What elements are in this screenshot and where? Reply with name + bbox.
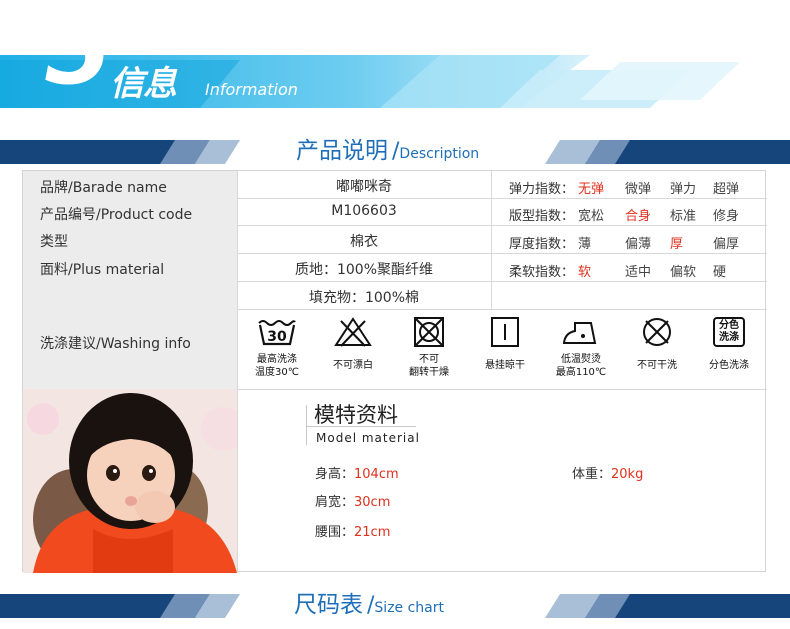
softness-label: 柔软指数： xyxy=(509,265,575,280)
material-filling-value: 填充物：100%棉 xyxy=(308,290,420,306)
wash-30-item: 30 最高洗涤 温度30℃ xyxy=(237,317,317,379)
wash-30-caption-1: 最高洗涤 xyxy=(257,354,297,365)
model-subtitle: Model material xyxy=(316,431,420,445)
softness-option: 偏软 xyxy=(670,265,697,280)
size-chart-title: 尺码表 xyxy=(294,592,363,618)
model-shoulder: 肩宽：30cm xyxy=(315,495,391,510)
wash-30-caption-2: 温度30℃ xyxy=(255,367,299,378)
softness-option: 硬 xyxy=(713,265,727,280)
model-waist: 腰围：21cm xyxy=(315,525,391,540)
fit-option: 标准 xyxy=(670,209,697,224)
no-tumble-dry-icon xyxy=(414,317,444,347)
no-tumble-dry-item: 不可 翻转干燥 xyxy=(389,317,469,379)
model-title: 模特资料 xyxy=(314,403,398,427)
model-photo xyxy=(23,389,237,573)
fit-option: 修身 xyxy=(713,209,740,224)
product-code-value: M106603 xyxy=(331,203,397,219)
hang-dry-caption: 悬挂晾干 xyxy=(485,360,525,371)
elasticity-option: 超弹 xyxy=(713,182,740,197)
description-heading: 产品说明/Description xyxy=(292,138,479,164)
material-label: 面料/Plus material xyxy=(40,262,165,278)
low-iron-item: 低温熨烫 最高110℃ xyxy=(541,317,621,379)
banner-subtitle: Information xyxy=(205,80,298,99)
product-panel: 品牌/Barade name 产品编号/Product code 类型 面料/P… xyxy=(22,170,767,573)
product-code-label: 产品编号/Product code xyxy=(40,207,193,223)
hang-dry-icon xyxy=(491,317,519,347)
elasticity-option: 微弹 xyxy=(625,182,652,197)
model-weight: 体重：20kg xyxy=(572,467,644,482)
washing-label: 洗涤建议/Washing info xyxy=(40,336,191,352)
no-bleach-item: 不可漂白 xyxy=(313,317,393,372)
low-iron-icon xyxy=(562,322,597,344)
type-label: 类型 xyxy=(40,234,68,250)
fit-label: 版型指数： xyxy=(509,209,575,224)
elasticity-option: 无弹 xyxy=(578,182,605,197)
no-tumble-dry-caption-1: 不可 xyxy=(419,354,439,365)
brand-label: 品牌/Barade name xyxy=(40,180,167,196)
no-bleach-caption: 不可漂白 xyxy=(333,360,373,371)
no-dry-clean-caption: 不可干洗 xyxy=(637,360,677,371)
no-dry-clean-item: 不可干洗 xyxy=(617,317,697,372)
svg-text:30: 30 xyxy=(267,329,287,345)
description-title: 产品说明 xyxy=(296,138,388,164)
softness-option: 软 xyxy=(578,265,592,280)
low-iron-caption-1: 低温熨烫 xyxy=(561,354,601,365)
softness-option: 适中 xyxy=(625,265,652,280)
fit-option: 宽松 xyxy=(578,209,605,224)
separate-wash-icon: 分色 洗涤 xyxy=(713,317,745,347)
model-height: 身高：104cm xyxy=(315,467,399,482)
thickness-option: 薄 xyxy=(578,237,592,252)
thickness-label: 厚度指数： xyxy=(509,237,575,252)
no-tumble-dry-caption-2: 翻转干燥 xyxy=(409,367,449,378)
banner-title: 信息 xyxy=(110,64,177,104)
type-value: 棉衣 xyxy=(350,234,378,250)
size-chart-subtitle: Size chart xyxy=(374,600,445,616)
no-dry-clean-icon xyxy=(643,318,671,346)
elasticity-option: 弹力 xyxy=(670,182,697,197)
brand-value: 嘟嘟咪奇 xyxy=(336,179,392,195)
fit-option: 合身 xyxy=(625,209,652,224)
thickness-option: 偏薄 xyxy=(625,237,652,252)
separate-wash-caption: 分色洗涤 xyxy=(709,360,749,371)
size-chart-heading: 尺码表/Size chart xyxy=(290,592,444,618)
banner-number: 5 xyxy=(44,0,113,107)
elasticity-label: 弹力指数： xyxy=(509,182,575,197)
separate-wash-item: 分色 洗涤 分色洗涤 xyxy=(693,317,765,372)
hang-dry-item: 悬挂晾干 xyxy=(465,317,545,372)
description-header-bar: 产品说明/Description xyxy=(0,138,790,164)
material-texture-value: 质地：100%聚酯纤维 xyxy=(294,262,434,278)
no-bleach-icon xyxy=(334,317,372,347)
thickness-option: 厚 xyxy=(670,237,684,252)
thickness-option: 偏厚 xyxy=(713,237,740,252)
description-subtitle: Description xyxy=(399,146,480,162)
wash-30-icon: 30 xyxy=(258,320,296,346)
size-chart-header-bar: 尺码表/Size chart xyxy=(0,592,790,618)
top-banner: 5 信息 Information xyxy=(0,0,790,112)
low-iron-caption-2: 最高110℃ xyxy=(555,367,607,378)
